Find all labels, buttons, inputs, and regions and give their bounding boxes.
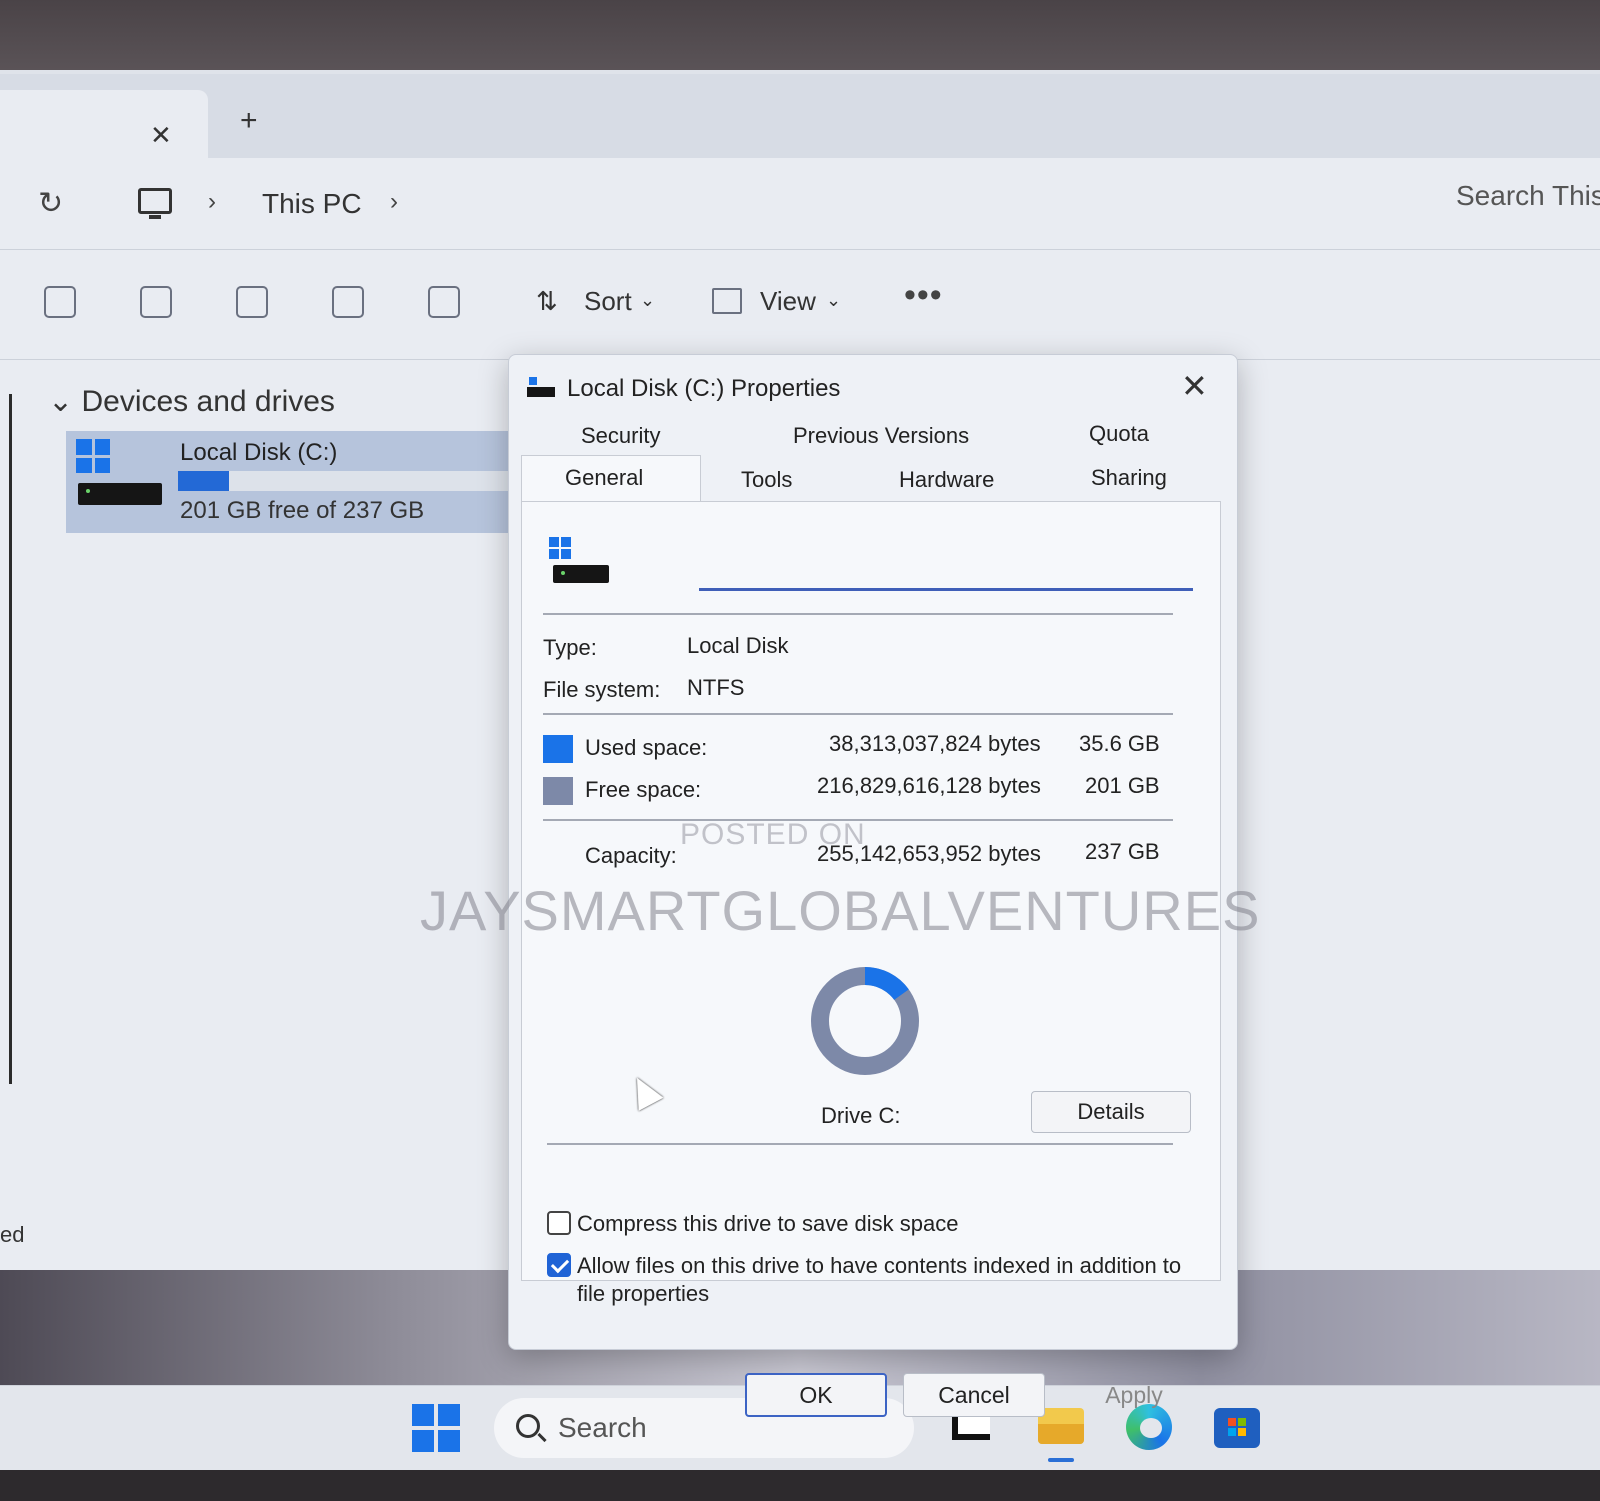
close-tab-icon[interactable]: ✕: [150, 120, 172, 151]
paste-icon[interactable]: [140, 286, 172, 318]
drive-usage-bar: [178, 471, 516, 491]
new-tab-button[interactable]: +: [240, 104, 258, 138]
screen-bottom-bezel: [0, 1470, 1600, 1501]
type-label: Type:: [543, 635, 597, 660]
drive-usage-fill: [178, 471, 229, 491]
drive-tile-local-disk-c[interactable]: Local Disk (C:) 201 GB free of 237 GB: [66, 431, 516, 533]
properties-dialog: Local Disk (C:) Properties ✕ Security Pr…: [508, 354, 1238, 1417]
command-bar: ⇅ Sort ⌄ View ⌄ •••: [0, 250, 1600, 360]
capacity-size: 237 GB: [1085, 839, 1160, 864]
rename-icon[interactable]: [236, 286, 268, 318]
breadcrumb-chevron-icon[interactable]: ›: [390, 188, 398, 216]
this-pc-icon[interactable]: [138, 188, 172, 219]
cancel-button[interactable]: Cancel: [903, 1373, 1045, 1417]
free-space-swatch: [543, 777, 573, 805]
index-checkbox[interactable]: [547, 1253, 571, 1277]
copy-icon[interactable]: [44, 286, 76, 318]
details-button[interactable]: Details: [1031, 1091, 1191, 1133]
used-space-label: Used space:: [585, 735, 708, 760]
view-button[interactable]: View: [760, 286, 816, 317]
tab-bar: ✕ +: [0, 74, 1600, 158]
watermark-line2: JAYSMARTGLOBALVENTURES: [420, 879, 1261, 942]
used-space-swatch: [543, 735, 573, 763]
delete-icon[interactable]: [428, 286, 460, 318]
view-chevron-down-icon[interactable]: ⌄: [826, 290, 841, 311]
drive-caption: Drive C:: [821, 1103, 901, 1128]
screen-top-bezel: [0, 0, 1600, 74]
index-label-line2[interactable]: file properties: [577, 1281, 709, 1307]
view-icon[interactable]: [712, 288, 742, 314]
drive-free-space: 201 GB free of 237 GB: [180, 497, 425, 524]
watermark-line1: POSTED ON: [680, 818, 866, 851]
dialog-title: Local Disk (C:) Properties: [567, 375, 841, 402]
explorer-tab[interactable]: ✕: [0, 90, 208, 158]
sort-button[interactable]: Sort: [584, 286, 632, 317]
free-space-label: Free space:: [585, 777, 702, 802]
divider: [547, 1143, 1173, 1145]
file-system-value: NTFS: [687, 675, 745, 700]
breadcrumb-chevron-icon[interactable]: ›: [208, 188, 216, 216]
index-label-line1[interactable]: Allow files on this drive to have conten…: [577, 1253, 1181, 1279]
section-header[interactable]: ⌄ Devices and drives: [48, 384, 335, 419]
search-box[interactable]: Search This: [1456, 180, 1600, 212]
refresh-icon[interactable]: ↻: [38, 186, 63, 221]
hard-drive-icon: [78, 483, 162, 505]
address-bar: ↻ › This PC › Search This: [0, 158, 1600, 250]
volume-label-input[interactable]: [699, 545, 1193, 591]
divider: [543, 613, 1173, 615]
sort-chevron-down-icon[interactable]: ⌄: [640, 290, 655, 311]
free-space-bytes: 216,829,616,128 bytes: [817, 773, 1041, 798]
tab-sharing[interactable]: Sharing: [1091, 465, 1167, 491]
tab-quota[interactable]: Quota: [1089, 421, 1149, 447]
used-space-size: 35.6 GB: [1079, 731, 1160, 756]
navigation-pane-edge: [9, 394, 12, 1084]
capacity-label: Capacity:: [585, 843, 677, 868]
apply-button[interactable]: Apply: [1063, 1373, 1205, 1417]
type-value: Local Disk: [687, 633, 789, 658]
search-icon: [516, 1414, 540, 1438]
tab-security[interactable]: Security: [581, 423, 660, 449]
section-title: Devices and drives: [81, 385, 335, 418]
share-icon[interactable]: [332, 286, 364, 318]
taskbar-search-placeholder: Search: [558, 1412, 647, 1443]
disk-usage-donut: [811, 967, 919, 1075]
sort-icon[interactable]: ⇅: [536, 286, 558, 317]
free-space-size: 201 GB: [1085, 773, 1160, 798]
tab-general[interactable]: General: [565, 465, 643, 491]
compress-checkbox[interactable]: [547, 1211, 571, 1235]
windows-logo-icon: [76, 439, 110, 473]
breadcrumb-this-pc[interactable]: This PC: [262, 188, 362, 220]
start-button-icon[interactable]: [412, 1404, 460, 1452]
status-text-fragment: ed: [0, 1222, 25, 1247]
screen: ✕ + ↻ › This PC › Search This ⇅ Sort ⌄ V…: [0, 70, 1600, 1470]
tab-hardware[interactable]: Hardware: [899, 467, 994, 493]
file-system-label: File system:: [543, 677, 661, 702]
divider: [543, 713, 1173, 715]
compress-label[interactable]: Compress this drive to save disk space: [577, 1211, 959, 1237]
used-space-bytes: 38,313,037,824 bytes: [829, 731, 1041, 756]
close-dialog-icon[interactable]: ✕: [1181, 367, 1208, 405]
microsoft-store-icon[interactable]: [1212, 1400, 1262, 1450]
drive-name: Local Disk (C:): [180, 439, 338, 466]
chevron-down-icon[interactable]: ⌄: [48, 385, 73, 418]
local-disk-icon: [549, 537, 609, 585]
drive-title-icon: [527, 377, 555, 399]
ok-button[interactable]: OK: [745, 1373, 887, 1417]
tab-previous-versions[interactable]: Previous Versions: [793, 423, 969, 449]
tab-tools[interactable]: Tools: [741, 467, 792, 493]
more-options-icon[interactable]: •••: [904, 276, 943, 315]
